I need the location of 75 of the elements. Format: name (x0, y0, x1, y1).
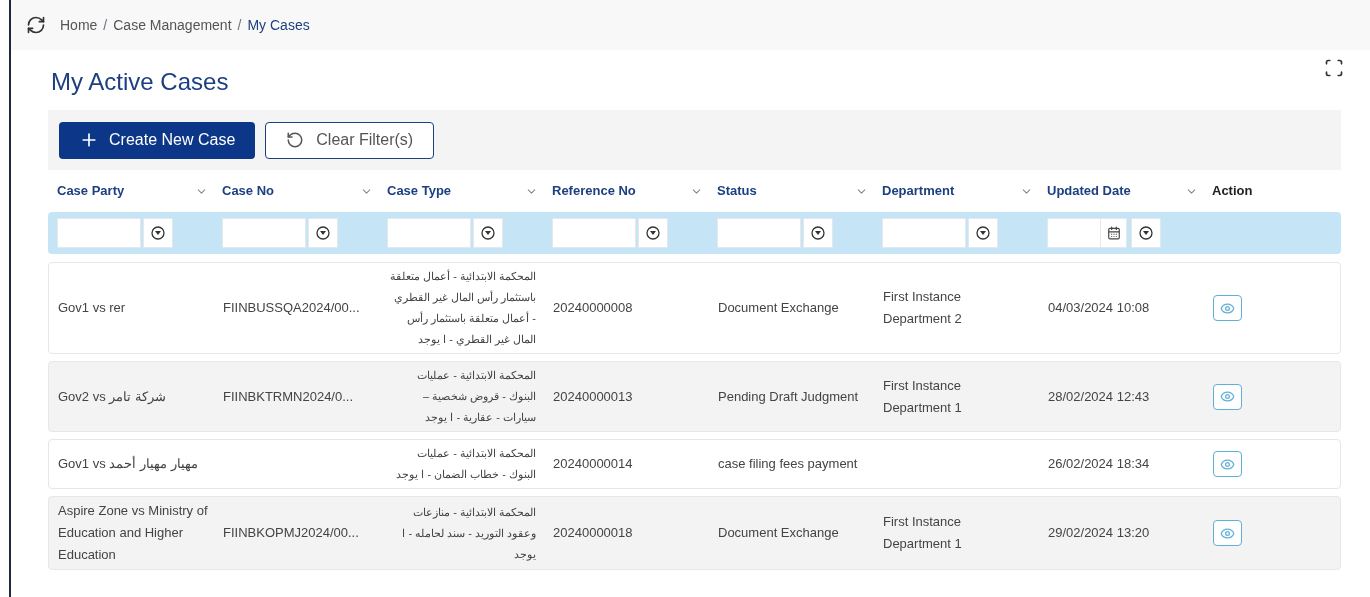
filter-icon (151, 226, 165, 240)
table-cell-text: 29/02/2024 13:20 (1048, 524, 1151, 542)
table-cell-text: Gov2 vs شركة تامر (58, 387, 167, 406)
table-cell-text: Document Exchange (718, 524, 840, 542)
filter-icon (316, 226, 330, 240)
eye-icon (1220, 525, 1235, 541)
view-button[interactable] (1213, 520, 1242, 546)
filter-input[interactable] (717, 218, 801, 248)
filter-input[interactable] (222, 218, 306, 248)
filter-icon (1139, 226, 1153, 240)
eye-icon (1220, 456, 1235, 472)
page-title: My Active Cases (51, 67, 229, 97)
table-cell-text: 20240000014 (553, 455, 634, 473)
table-cell-text: FIINBKTRMN2024/0... (223, 387, 355, 406)
table-cell-text: Gov1 vs rer (58, 299, 127, 317)
filter-button[interactable] (638, 218, 668, 248)
refresh-icon[interactable] (26, 15, 46, 35)
filter-icon (481, 226, 495, 240)
column-header[interactable]: Department (882, 181, 955, 201)
eye-icon (1220, 300, 1235, 316)
date-input[interactable] (1047, 218, 1127, 248)
breadcrumb-separator: / (103, 15, 108, 35)
filter-input[interactable] (882, 218, 966, 248)
table-cell-text: case filing fees payment (718, 455, 859, 473)
table-cell-text: Aspire Zone vs Ministry of Education and Higher Education (58, 502, 209, 564)
calendar-icon (1106, 226, 1121, 240)
filter-button[interactable] (143, 218, 173, 248)
clear-filters-button[interactable]: Clear Filter(s) (265, 121, 435, 159)
table-cell-text: 26/02/2024 18:34 (1048, 455, 1151, 473)
table-cell-text: FIINBUSSQA2024/00... (223, 299, 361, 317)
breadcrumb-link[interactable]: Case Management (113, 14, 232, 36)
column-header[interactable]: Reference No (552, 181, 636, 201)
column-header[interactable]: Action (1212, 181, 1253, 201)
filter-input[interactable] (387, 218, 471, 248)
filter-icon (646, 226, 660, 240)
table-cell-text: FIINBKOPMJ2024/00... (223, 524, 360, 542)
breadcrumb-link[interactable]: My Cases (247, 14, 310, 36)
column-header[interactable]: Status (717, 181, 757, 201)
table-cell-text: Gov1 vs مهيار مهيار أحمد (58, 455, 199, 474)
table-cell-text: المحكمة الابتدائية - عمليات البنوك - خطاب الضمان - ا يوجد (395, 446, 536, 483)
column-header[interactable]: Case Type (387, 181, 452, 201)
table-cell-text: المحكمة الابتدائية - عمليات البنوك - قروض شخصية – سيارات - عقارية - ا يوجد (416, 368, 536, 426)
filter-button[interactable] (1131, 218, 1161, 248)
table-cell-text: 28/02/2024 12:43 (1048, 387, 1151, 406)
table-cell-text: 20240000013 (553, 387, 634, 406)
table-cell-text: Document Exchange (718, 299, 840, 317)
eye-icon (1220, 389, 1235, 404)
filter-icon (811, 226, 825, 240)
table-cell-text: 04/03/2024 10:08 (1048, 299, 1151, 317)
filter-input[interactable] (57, 218, 141, 248)
table-cell-text: 20240000008 (553, 299, 634, 317)
create-case-button[interactable]: Create New Case (59, 121, 256, 159)
filter-button[interactable] (968, 218, 998, 248)
filter-button[interactable] (803, 218, 833, 248)
table-cell-text: المحكمة الابتدائية - أعمال متعلقة باستثمار رأس المال غير القطري - أعمال متعلقة باستثمار رأس المال غير القطري - ا يوجد (389, 268, 536, 348)
breadcrumb-separator: / (237, 15, 242, 35)
column-header[interactable]: Case No (222, 181, 275, 201)
filter-input[interactable] (552, 218, 636, 248)
view-button[interactable] (1213, 295, 1242, 321)
breadcrumb-link[interactable]: Home (60, 14, 98, 36)
table-cell-text: First Instance Department 2 (883, 288, 963, 328)
view-button[interactable] (1213, 383, 1242, 410)
table-cell-text: Pending Draft Judgment (718, 387, 860, 406)
table-cell-text: First Instance Department 1 (883, 513, 963, 553)
column-header[interactable]: Updated Date (1047, 181, 1131, 201)
filter-icon (976, 226, 990, 240)
table-cell-text: المحكمة الابتدائية - منازعات وعقود التوريد - سند لحامله - ا يوجد (401, 504, 536, 563)
table-cell-text: First Instance Department 1 (883, 376, 963, 417)
view-button[interactable] (1213, 451, 1242, 477)
filter-button[interactable] (473, 218, 503, 248)
reset-icon (286, 131, 305, 149)
table-cell-text: 20240000018 (553, 524, 634, 542)
filter-button[interactable] (308, 218, 338, 248)
fullscreen-icon[interactable] (1324, 58, 1344, 78)
column-header[interactable]: Case Party (57, 181, 125, 201)
